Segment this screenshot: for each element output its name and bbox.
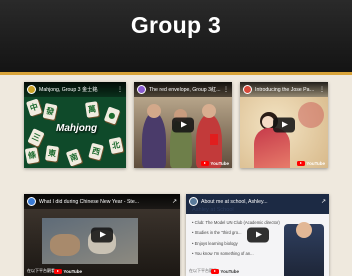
video-title-bar: The red envelope, Group 3紅... ⋮ [134, 82, 232, 97]
video-title[interactable]: About me at school, Ashley... [201, 199, 319, 205]
slide-bullet: Club: The Model UN Club (Academic direct… [192, 220, 280, 225]
video-title[interactable]: What I did during Chinese New Year - Ste… [39, 199, 170, 205]
person-head [202, 104, 216, 118]
mahjong-tile: 萬 [85, 101, 99, 118]
video-title[interactable]: The red envelope, Group 3紅... [149, 86, 221, 93]
red-envelope [210, 134, 218, 145]
video-embed-mahjong[interactable]: Mahjong, Group 3 金士銘 ⋮ 中 發 萬 ● 三 條 東 南 西… [24, 82, 126, 168]
video-title-bar: About me at school, Ashley... ↗ [186, 194, 329, 209]
page-title: Group 3 [130, 12, 222, 38]
person-figure [142, 112, 166, 168]
video-title-bar: Introducing the Jose Paper ... ⋮ [240, 82, 328, 97]
video-embed-red-envelope[interactable]: The red envelope, Group 3紅... ⋮ YouTube [134, 82, 232, 168]
painted-flower [298, 102, 324, 128]
youtube-logo[interactable]: YouTube [297, 160, 325, 166]
channel-avatar[interactable] [189, 197, 198, 206]
youtube-logo[interactable]: YouTube [211, 268, 239, 274]
youtube-logo[interactable]: YouTube [201, 160, 229, 166]
play-button[interactable] [172, 117, 194, 133]
more-options-icon[interactable]: ⋮ [319, 87, 325, 93]
channel-avatar[interactable] [243, 85, 252, 94]
mahjong-tile: 西 [88, 142, 104, 161]
person-head [296, 222, 312, 238]
youtube-icon [297, 160, 306, 166]
video-title-bar: What I did during Chinese New Year - Ste… [24, 194, 180, 209]
video-title[interactable]: Introducing the Jose Paper ... [255, 87, 317, 93]
youtube-icon [211, 268, 220, 274]
mahjong-tile: 南 [65, 148, 83, 167]
video-title[interactable]: Mahjong, Group 3 金士銘 [39, 86, 115, 93]
mahjong-tile: 中 [25, 98, 43, 117]
video-embed-chinese-new-year[interactable]: What I did during Chinese New Year - Ste… [24, 194, 180, 276]
page-header: Group 3 [0, 0, 352, 72]
share-icon[interactable]: ↗ [321, 199, 326, 205]
more-options-icon[interactable]: ⋮ [223, 87, 229, 93]
painted-figure-robe [254, 128, 290, 168]
youtube-icon [54, 268, 63, 274]
video-embed-jose-paper[interactable]: Introducing the Jose Paper ... ⋮ YouTube [240, 82, 328, 168]
mahjong-tile: ● [103, 106, 121, 125]
mahjong-tile: 條 [24, 147, 40, 164]
mahjong-tile: 發 [42, 102, 58, 121]
more-options-icon[interactable]: ⋮ [117, 87, 123, 93]
mahjong-tile: 東 [45, 145, 59, 162]
mahjong-tile: 三 [27, 128, 45, 147]
mahjong-tile: 北 [108, 136, 124, 155]
play-button[interactable] [91, 227, 113, 243]
youtube-logo[interactable]: YouTube [54, 268, 82, 274]
youtube-icon [201, 160, 210, 166]
video-title-bar: Mahjong, Group 3 金士銘 ⋮ [24, 82, 126, 97]
person-figure [50, 234, 80, 256]
share-icon[interactable]: ↗ [172, 199, 177, 205]
person-head [147, 104, 161, 118]
play-button[interactable] [246, 227, 269, 243]
channel-avatar[interactable] [27, 197, 36, 206]
video-overlay-text: Mahjong [56, 123, 98, 134]
slide-bullet: You know I'm something of an... [192, 251, 280, 256]
channel-avatar[interactable] [137, 85, 146, 94]
video-embed-ashley-school[interactable]: About me at school, Ashley... ↗ Ashley a… [186, 194, 329, 276]
watch-on-caption: 在以下平台觀看 [27, 268, 55, 273]
play-button[interactable] [273, 117, 295, 133]
channel-avatar[interactable] [27, 85, 36, 94]
